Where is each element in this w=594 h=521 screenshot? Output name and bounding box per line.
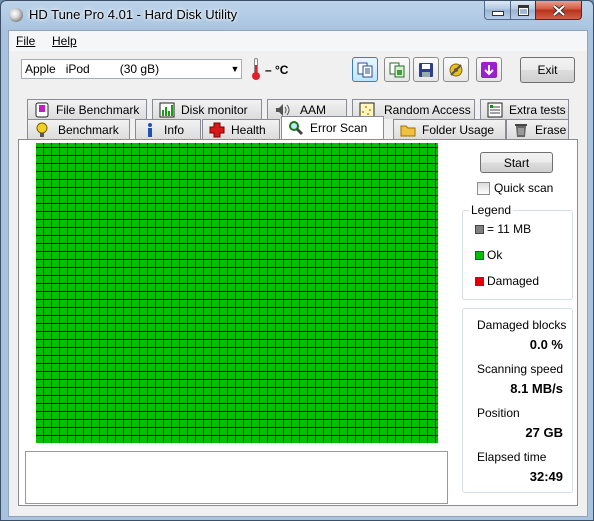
green-swatch-icon xyxy=(475,250,484,260)
copy-screenshot-icon xyxy=(389,62,405,77)
options-icon xyxy=(449,63,463,76)
tab-error-scan-label: Error Scan xyxy=(310,121,368,135)
start-button[interactable]: Start xyxy=(480,152,553,173)
dropdown-arrow-icon[interactable]: ▼ xyxy=(229,60,241,78)
legend-group: Legend = 11 MB Ok Damaged xyxy=(462,203,573,300)
legend-damaged-label: Damaged xyxy=(487,274,540,288)
maximize-icon xyxy=(517,4,529,16)
position-value: 27 GB xyxy=(525,425,563,440)
benchmark-icon xyxy=(34,122,50,138)
copy-text-icon xyxy=(357,62,373,77)
info-icon xyxy=(142,122,158,138)
tab-benchmark[interactable]: Benchmark xyxy=(27,119,130,139)
exit-button-label: Exit xyxy=(537,63,558,77)
save-icon xyxy=(419,62,433,77)
legend-ok-label: Ok xyxy=(487,248,503,262)
tab-extra-tests-label: Extra tests xyxy=(509,102,566,117)
tab-benchmark-label: Benchmark xyxy=(58,122,119,137)
gray-swatch-icon xyxy=(475,224,484,234)
quick-scan-checkbox[interactable]: Quick scan xyxy=(477,181,553,195)
copy-screenshot-button[interactable] xyxy=(384,57,410,82)
folder-icon xyxy=(400,122,416,138)
tab-folder-usage-label: Folder Usage xyxy=(422,122,495,137)
trash-icon xyxy=(513,122,529,138)
tab-folder-usage[interactable]: Folder Usage xyxy=(393,119,506,139)
damaged-blocks-label: Damaged blocks xyxy=(477,318,567,332)
close-icon xyxy=(552,4,565,16)
error-scan-panel: Start Quick scan Legend = 11 MB Ok Damag… xyxy=(18,139,578,506)
thermometer-icon xyxy=(252,58,260,80)
tab-error-scan[interactable]: Error Scan xyxy=(281,116,384,139)
download-button[interactable] xyxy=(476,57,502,82)
legend-item-damaged: Damaged xyxy=(475,274,539,288)
temperature-readout: – °C xyxy=(265,63,289,77)
tab-erase[interactable]: Erase xyxy=(506,119,569,139)
elapsed-time-label: Elapsed time xyxy=(477,450,547,464)
tab-extra-tests[interactable]: Extra tests xyxy=(480,99,569,119)
tab-aam-label: AAM xyxy=(300,102,327,117)
start-button-label: Start xyxy=(503,155,530,170)
quick-scan-label: Quick scan xyxy=(494,181,554,195)
elapsed-time-value: 32:49 xyxy=(529,469,563,484)
copy-text-button[interactable] xyxy=(352,57,378,82)
scanning-speed-label: Scanning speed xyxy=(477,362,564,376)
tab-health-label: Health xyxy=(231,122,266,137)
scanning-speed-value: 8.1 MB/s xyxy=(510,381,563,396)
legend-block-size-label: = 11 MB xyxy=(487,222,532,236)
device-dropdown-value: Apple iPod (30 gB) xyxy=(25,62,160,76)
tab-random-access-label: Random Access xyxy=(384,102,471,117)
title-bar[interactable]: HD Tune Pro 4.01 - Hard Disk Utility xyxy=(1,1,593,30)
window-title: HD Tune Pro 4.01 - Hard Disk Utility xyxy=(29,7,238,22)
app-window: HD Tune Pro 4.01 - Hard Disk Utility Fil… xyxy=(0,0,594,521)
client-area: File Help Apple iPod (30 gB) ▼ – °C Exit xyxy=(8,30,588,517)
tab-file-benchmark-label: File Benchmark xyxy=(56,102,140,117)
minimize-icon xyxy=(491,10,504,16)
stats-group: Damaged blocks 0.0 % Scanning speed 8.1 … xyxy=(462,308,573,493)
tab-file-benchmark[interactable]: File Benchmark xyxy=(27,99,147,119)
red-swatch-icon xyxy=(475,276,484,286)
tab-health[interactable]: Health xyxy=(202,119,280,139)
disk-monitor-icon xyxy=(159,102,175,118)
legend-item-block-size: = 11 MB xyxy=(475,222,531,236)
download-icon xyxy=(481,61,497,78)
exit-button[interactable]: Exit xyxy=(520,57,575,83)
close-button[interactable] xyxy=(535,1,582,20)
tab-disk-monitor-label: Disk monitor xyxy=(181,102,248,117)
extra-tests-icon xyxy=(487,102,503,118)
tab-disk-monitor[interactable]: Disk monitor xyxy=(152,99,262,119)
menu-help-label: Help xyxy=(52,34,77,48)
scan-log-box[interactable] xyxy=(25,451,448,504)
file-benchmark-icon xyxy=(34,102,50,118)
maximize-button[interactable] xyxy=(510,1,536,20)
options-button[interactable] xyxy=(443,57,469,82)
position-label: Position xyxy=(477,406,520,420)
tab-erase-label: Erase xyxy=(535,122,567,137)
legend-item-ok: Ok xyxy=(475,248,502,262)
menu-file-label: File xyxy=(16,34,36,48)
scan-blocks xyxy=(36,143,438,443)
tab-info-label: Info xyxy=(164,122,185,137)
save-button[interactable] xyxy=(413,57,439,82)
device-dropdown[interactable]: Apple iPod (30 gB) ▼ xyxy=(21,59,242,79)
menu-file[interactable]: File xyxy=(16,34,35,48)
menu-bar: File Help xyxy=(9,31,587,51)
app-disk-icon[interactable] xyxy=(9,8,23,22)
checkbox-icon[interactable] xyxy=(477,181,490,195)
damaged-blocks-value: 0.0 % xyxy=(529,337,563,352)
tab-info[interactable]: Info xyxy=(135,119,201,139)
magnifier-icon xyxy=(288,120,304,136)
minimize-button[interactable] xyxy=(484,1,511,20)
scan-block-map xyxy=(36,143,438,443)
health-icon xyxy=(209,122,225,138)
menu-help[interactable]: Help xyxy=(52,34,77,48)
legend-title: Legend xyxy=(469,203,514,217)
